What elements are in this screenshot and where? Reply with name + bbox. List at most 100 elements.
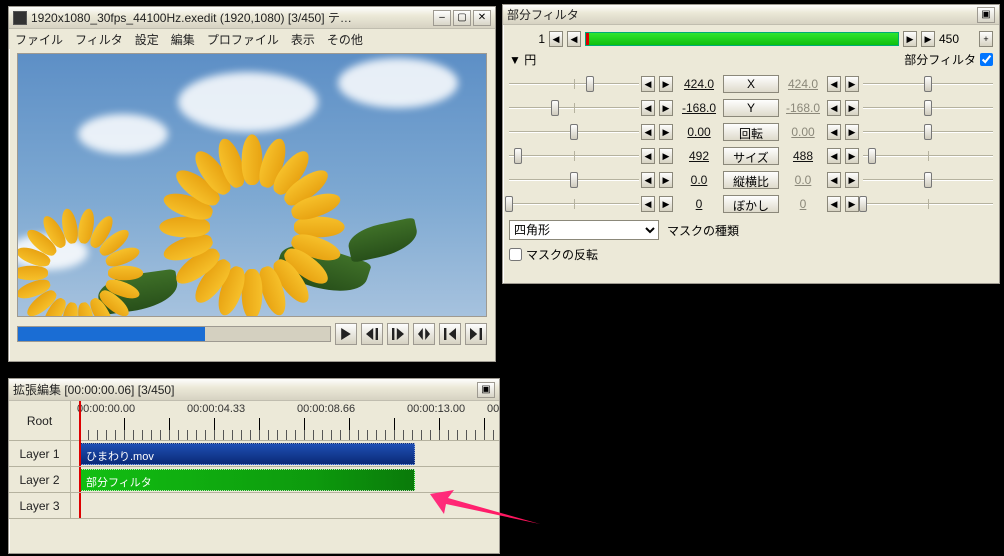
close-button[interactable]: ✕: [473, 10, 491, 26]
frame-prev-button[interactable]: ◀: [567, 31, 581, 47]
frame-back-button[interactable]: [361, 323, 383, 345]
dec-a-サイズ[interactable]: ◀: [641, 148, 655, 164]
value-b-サイズ[interactable]: 488: [781, 149, 825, 163]
slider-right-ぼかし[interactable]: [863, 196, 993, 212]
menu-profile[interactable]: プロファイル: [207, 31, 279, 48]
value-a-X[interactable]: 424.0: [677, 77, 721, 91]
inc-b-サイズ[interactable]: ▶: [845, 148, 859, 164]
inc-b-縦横比[interactable]: ▶: [845, 172, 859, 188]
slider-left-X[interactable]: [509, 76, 639, 92]
frame-track[interactable]: [585, 32, 899, 46]
timeline-close-button[interactable]: ▣: [477, 382, 495, 398]
skip-start-button[interactable]: [439, 323, 461, 345]
stop-button[interactable]: [413, 323, 435, 345]
dec-b-回転[interactable]: ◀: [827, 124, 841, 140]
dec-a-縦横比[interactable]: ◀: [641, 172, 655, 188]
layer-2-header[interactable]: Layer 2: [9, 467, 71, 493]
menu-view[interactable]: 表示: [291, 31, 315, 48]
filter-titlebar[interactable]: 部分フィルタ ▣: [503, 5, 999, 25]
dec-b-X[interactable]: ◀: [827, 76, 841, 92]
slider-left-ぼかし[interactable]: [509, 196, 639, 212]
clip-filter[interactable]: 部分フィルタ: [79, 469, 415, 491]
mask-invert-checkbox[interactable]: [509, 248, 522, 261]
app-icon: [13, 11, 27, 25]
dec-b-縦横比[interactable]: ◀: [827, 172, 841, 188]
inc-a-回転[interactable]: ▶: [659, 124, 673, 140]
dec-b-Y[interactable]: ◀: [827, 100, 841, 116]
clip-video[interactable]: ひまわり.mov: [79, 443, 415, 465]
inc-a-Y[interactable]: ▶: [659, 100, 673, 116]
frame-next-button[interactable]: ▶: [903, 31, 917, 47]
param-button-ぼかし[interactable]: ぼかし: [723, 195, 779, 213]
slider-left-回転[interactable]: [509, 124, 639, 140]
inc-b-Y[interactable]: ▶: [845, 100, 859, 116]
slider-right-回転[interactable]: [863, 124, 993, 140]
dec-b-サイズ[interactable]: ◀: [827, 148, 841, 164]
param-button-サイズ[interactable]: サイズ: [723, 147, 779, 165]
frame-next-fast-button[interactable]: ▶: [921, 31, 935, 47]
layer-3-header[interactable]: Layer 3: [9, 493, 71, 519]
filter-enable-checkbox[interactable]: [980, 53, 993, 66]
skip-end-button[interactable]: [465, 323, 487, 345]
dec-b-ぼかし[interactable]: ◀: [827, 196, 841, 212]
menu-settings[interactable]: 設定: [135, 31, 159, 48]
menu-file[interactable]: ファイル: [15, 31, 63, 48]
slider-right-縦横比[interactable]: [863, 172, 993, 188]
timeline-cursor[interactable]: [79, 401, 81, 441]
preview-titlebar[interactable]: 1920x1080_30fps_44100Hz.exedit (1920,108…: [9, 7, 495, 29]
value-b-Y[interactable]: -168.0: [781, 101, 825, 115]
dec-a-Y[interactable]: ◀: [641, 100, 655, 116]
param-button-X[interactable]: X: [723, 75, 779, 93]
video-preview[interactable]: [17, 53, 487, 317]
maximize-button[interactable]: ▢: [453, 10, 471, 26]
inc-b-回転[interactable]: ▶: [845, 124, 859, 140]
frame-prev-fast-button[interactable]: ◀: [549, 31, 563, 47]
frame-range-bar: 1 ◀ ◀ ▶ ▶ 450 +: [509, 31, 993, 47]
timeline-window: 拡張編集 [00:00:00.06] [3/450] ▣ Root 00:00:…: [8, 378, 500, 554]
menu-other[interactable]: その他: [327, 31, 363, 48]
slider-left-Y[interactable]: [509, 100, 639, 116]
slider-right-Y[interactable]: [863, 100, 993, 116]
value-a-Y[interactable]: -168.0: [677, 101, 721, 115]
param-button-縦横比[interactable]: 縦横比: [723, 171, 779, 189]
ruler-time-2: 00:00:08.66: [297, 403, 355, 415]
frame-forward-button[interactable]: [387, 323, 409, 345]
slider-left-縦横比[interactable]: [509, 172, 639, 188]
minimize-button[interactable]: –: [433, 10, 451, 26]
inc-a-縦横比[interactable]: ▶: [659, 172, 673, 188]
value-b-X[interactable]: 424.0: [781, 77, 825, 91]
inc-a-サイズ[interactable]: ▶: [659, 148, 673, 164]
layer-1-track[interactable]: ひまわり.mov: [71, 441, 499, 467]
dec-a-ぼかし[interactable]: ◀: [641, 196, 655, 212]
param-button-回転[interactable]: 回転: [723, 123, 779, 141]
inc-a-ぼかし[interactable]: ▶: [659, 196, 673, 212]
seek-track[interactable]: [17, 326, 331, 342]
menu-filter[interactable]: フィルタ: [75, 31, 123, 48]
layer-1-header[interactable]: Layer 1: [9, 441, 71, 467]
menu-edit[interactable]: 編集: [171, 31, 195, 48]
value-b-縦横比[interactable]: 0.0: [781, 173, 825, 187]
inc-b-X[interactable]: ▶: [845, 76, 859, 92]
dec-a-X[interactable]: ◀: [641, 76, 655, 92]
timeline-root-button[interactable]: Root: [9, 401, 71, 441]
mask-type-select[interactable]: 四角形: [509, 220, 659, 240]
slider-right-X[interactable]: [863, 76, 993, 92]
timeline-titlebar[interactable]: 拡張編集 [00:00:00.06] [3/450] ▣: [9, 379, 499, 401]
collapse-toggle[interactable]: ▼: [509, 53, 524, 67]
slider-right-サイズ[interactable]: [863, 148, 993, 164]
value-b-回転[interactable]: 0.00: [781, 125, 825, 139]
play-button[interactable]: [335, 323, 357, 345]
inc-b-ぼかし[interactable]: ▶: [845, 196, 859, 212]
value-a-回転[interactable]: 0.00: [677, 125, 721, 139]
slider-left-サイズ[interactable]: [509, 148, 639, 164]
frame-add-button[interactable]: +: [979, 31, 993, 47]
value-a-縦横比[interactable]: 0.0: [677, 173, 721, 187]
value-b-ぼかし[interactable]: 0: [781, 197, 825, 211]
value-a-サイズ[interactable]: 492: [677, 149, 721, 163]
dec-a-回転[interactable]: ◀: [641, 124, 655, 140]
timeline-ruler[interactable]: 00:00:00.00 00:00:04.33 00:00:08.66 00:0…: [71, 401, 499, 441]
filter-close-button[interactable]: ▣: [977, 7, 995, 23]
inc-a-X[interactable]: ▶: [659, 76, 673, 92]
param-button-Y[interactable]: Y: [723, 99, 779, 117]
value-a-ぼかし[interactable]: 0: [677, 197, 721, 211]
